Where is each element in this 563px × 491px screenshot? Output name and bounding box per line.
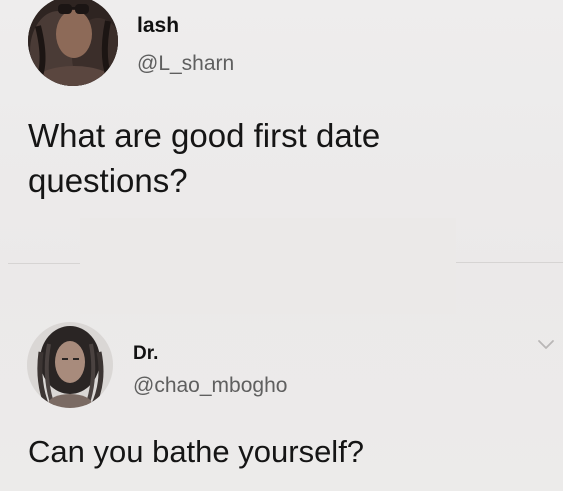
- reply-author-name[interactable]: Dr.: [133, 343, 158, 365]
- author-handle[interactable]: @L_sharn: [137, 52, 234, 76]
- avatar-dr[interactable]: [27, 322, 113, 408]
- chevron-down-icon[interactable]: [536, 336, 556, 352]
- avatar-dr-image: [27, 322, 113, 408]
- reply-author-handle[interactable]: @chao_mbogho: [133, 374, 287, 398]
- avatar-lash-image: [28, 0, 118, 86]
- reply-text: Can you bathe yourself?: [28, 434, 365, 469]
- divider: [8, 263, 80, 264]
- author-name[interactable]: lash: [137, 14, 179, 38]
- tweet-screenshot: lash @L_sharn What are good first date q…: [0, 0, 563, 491]
- divider: [456, 262, 563, 263]
- tweet-text: What are good first date questions?: [28, 117, 381, 199]
- blank-area: [80, 218, 456, 314]
- avatar-lash[interactable]: [28, 0, 118, 86]
